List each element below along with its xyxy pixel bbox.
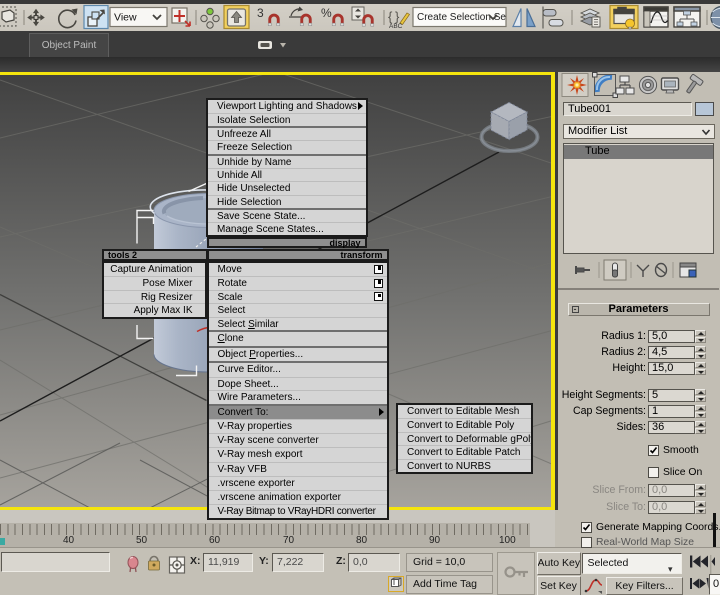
svg-text:3: 3 — [257, 6, 264, 20]
svg-text:{ }: { } — [388, 9, 400, 24]
svg-text:ABC: ABC — [389, 23, 403, 30]
svg-text:Create Selection Se: Create Selection Se — [417, 12, 506, 23]
svg-text:View: View — [114, 12, 137, 24]
svg-text:%: % — [321, 6, 332, 20]
